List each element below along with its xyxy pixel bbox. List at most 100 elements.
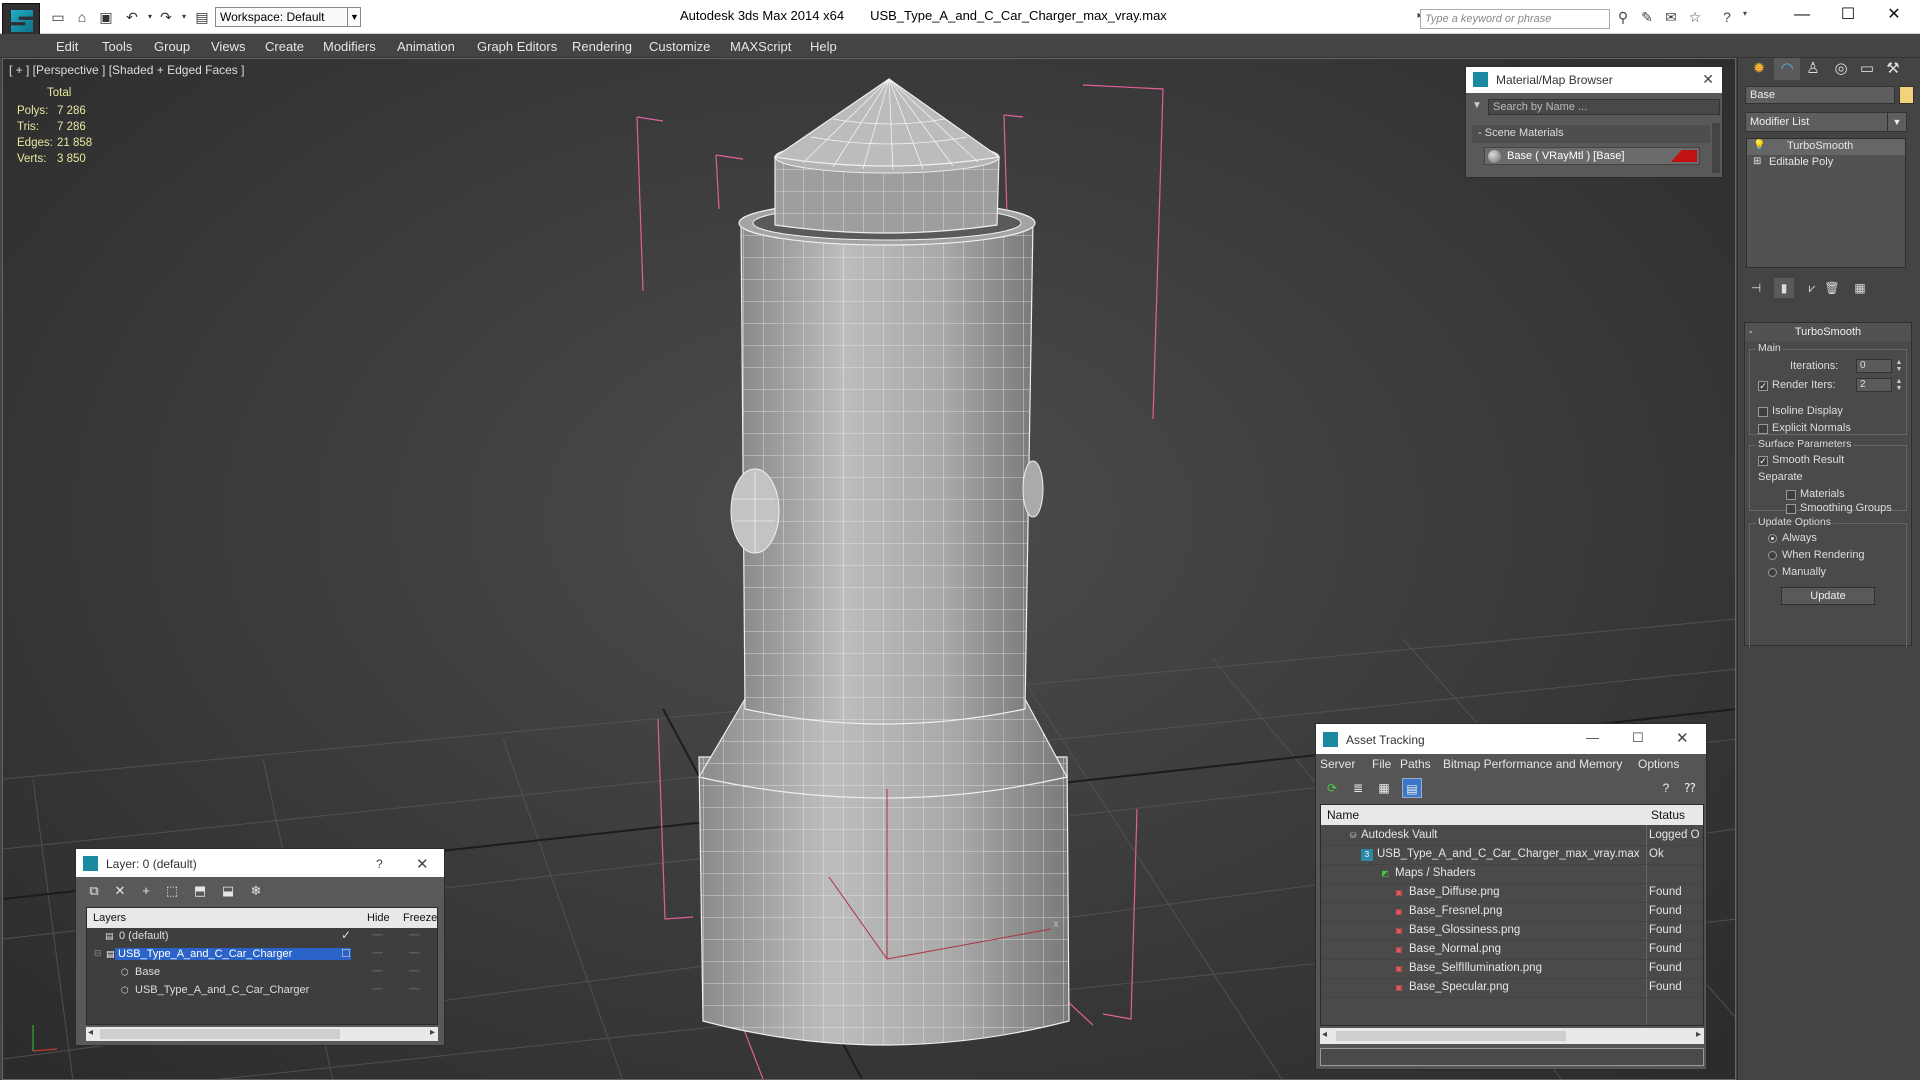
scrollbar-thumb[interactable] bbox=[1336, 1031, 1566, 1041]
asset-row[interactable]: ▣ Base_Normal.png Found bbox=[1321, 941, 1703, 960]
menu-group[interactable]: Group bbox=[154, 39, 190, 54]
display-tab-icon[interactable]: ▭ bbox=[1854, 58, 1880, 80]
asset-row[interactable]: ▣ Base_Specular.png Found bbox=[1321, 979, 1703, 998]
column-hide[interactable]: Hide bbox=[367, 912, 390, 924]
asset-row[interactable]: ▣ Base_Diffuse.png Found bbox=[1321, 884, 1703, 903]
menu-edit[interactable]: Edit bbox=[56, 39, 78, 54]
material-browser-titlebar[interactable]: Material/Map Browser ✕ bbox=[1466, 67, 1722, 93]
layer-row[interactable]: ⬡ USB_Type_A_and_C_Car_Charger ┄┄ ┄┄ bbox=[87, 982, 437, 1000]
freeze-toggle[interactable]: ┄┄ bbox=[409, 984, 420, 995]
utilities-tab-icon[interactable]: ⚒ bbox=[1880, 58, 1906, 80]
chevron-down-icon[interactable]: ▼ bbox=[347, 7, 361, 27]
current-layer-check-icon[interactable]: ✓ bbox=[341, 928, 351, 942]
menu-modifiers[interactable]: Modifiers bbox=[323, 39, 376, 54]
freeze-toggle[interactable]: ┄┄ bbox=[409, 966, 420, 977]
scroll-right-icon[interactable]: ▸ bbox=[1696, 1029, 1701, 1040]
layer-horizontal-scrollbar[interactable]: ◂ ▸ bbox=[86, 1027, 438, 1041]
subscription-icon[interactable]: ✎ bbox=[1638, 9, 1656, 27]
explicit-normals-checkbox[interactable] bbox=[1758, 424, 1768, 434]
redo-icon[interactable]: ↷ bbox=[158, 9, 174, 25]
layer-row[interactable]: ⊟ ▤ USB_Type_A_and_C_Car_Charger ☐ ┄┄ ┄┄ bbox=[87, 946, 437, 964]
menu-maxscript[interactable]: MAXScript bbox=[730, 39, 791, 54]
favorites-star-icon[interactable]: ☆ bbox=[1686, 9, 1704, 27]
make-unique-icon[interactable]: ⩗ bbox=[1802, 278, 1822, 298]
scroll-left-icon[interactable]: ◂ bbox=[88, 1027, 93, 1038]
asset-row[interactable]: ▣ Base_Fresnel.png Found bbox=[1321, 903, 1703, 922]
modify-tab-icon[interactable]: ◠ bbox=[1774, 58, 1800, 80]
column-status[interactable]: Status bbox=[1651, 808, 1685, 822]
menu-views[interactable]: Views bbox=[211, 39, 245, 54]
menu-bitmap-performance[interactable]: Bitmap Performance and Memory bbox=[1443, 757, 1622, 771]
list-view-icon[interactable]: ≣ bbox=[1348, 778, 1368, 798]
hide-toggle[interactable]: ┄┄ bbox=[372, 984, 383, 995]
maximize-icon[interactable]: ☐ bbox=[1828, 4, 1868, 26]
column-layers[interactable]: Layers bbox=[93, 912, 126, 924]
expand-plus-icon[interactable]: ⊞ bbox=[1753, 156, 1761, 167]
turbosmooth-rollout-header[interactable]: - TurboSmooth bbox=[1745, 323, 1911, 341]
menu-options[interactable]: Options bbox=[1638, 757, 1679, 771]
scroll-right-icon[interactable]: ▸ bbox=[430, 1027, 435, 1038]
freeze-all-icon[interactable]: ❄ bbox=[246, 881, 266, 901]
iterations-spinner[interactable]: 0 bbox=[1856, 359, 1892, 373]
column-name[interactable]: Name bbox=[1327, 808, 1359, 822]
chevron-down-icon[interactable]: ▼ bbox=[1887, 113, 1906, 131]
isoline-display-checkbox[interactable] bbox=[1758, 407, 1768, 417]
spinner-arrows-icon[interactable]: ▲ ▼ bbox=[1894, 359, 1904, 373]
asset-tracking-titlebar[interactable]: Asset Tracking — ☐ ✕ bbox=[1316, 724, 1706, 754]
select-objects-icon[interactable]: ⬚ bbox=[162, 881, 182, 901]
close-icon[interactable]: ✕ bbox=[416, 855, 429, 873]
table-view-icon[interactable]: ▤ bbox=[1402, 778, 1422, 798]
menu-paths[interactable]: Paths bbox=[1400, 757, 1431, 771]
context-help-icon[interactable]: ⁇ bbox=[1680, 778, 1700, 798]
menu-rendering[interactable]: Rendering bbox=[572, 39, 632, 54]
minimize-icon[interactable]: — bbox=[1586, 730, 1599, 745]
close-icon[interactable]: ✕ bbox=[1702, 71, 1714, 88]
hierarchy-tab-icon[interactable]: ♙ bbox=[1800, 58, 1826, 80]
layer-row[interactable]: ⬡ Base ┄┄ ┄┄ bbox=[87, 964, 437, 982]
help-icon[interactable]: ? bbox=[1718, 9, 1736, 27]
thumbnail-view-icon[interactable]: ▦ bbox=[1374, 778, 1394, 798]
hide-toggle[interactable]: ┄┄ bbox=[372, 966, 383, 977]
hide-toggle[interactable]: ┄┄ bbox=[372, 930, 383, 941]
highlight-layer-icon[interactable]: ⬒ bbox=[190, 881, 210, 901]
separate-materials-checkbox[interactable] bbox=[1786, 490, 1796, 500]
material-item-base[interactable]: Base ( VRayMtl ) [Base] bbox=[1484, 147, 1700, 165]
asset-row[interactable]: 3 USB_Type_A_and_C_Car_Charger_max_vray.… bbox=[1321, 846, 1703, 865]
stack-item-editable-poly[interactable]: ⊞ Editable Poly bbox=[1747, 155, 1905, 171]
create-tab-icon[interactable]: ✹ bbox=[1746, 58, 1772, 80]
undo-icon[interactable]: ↶ bbox=[124, 9, 140, 25]
spinner-arrows-icon[interactable]: ▲ ▼ bbox=[1894, 378, 1904, 392]
column-freeze[interactable]: Freeze bbox=[403, 912, 437, 924]
close-icon[interactable]: ✕ bbox=[1874, 4, 1914, 26]
render-iters-checkbox[interactable]: ✓ bbox=[1758, 381, 1768, 391]
render-iters-spinner[interactable]: 2 bbox=[1856, 378, 1892, 392]
delete-layer-icon[interactable]: ✕ bbox=[110, 881, 130, 901]
lightbulb-icon[interactable]: 💡 bbox=[1753, 140, 1765, 151]
update-manually-radio[interactable] bbox=[1768, 568, 1777, 577]
menu-server[interactable]: Server bbox=[1320, 757, 1355, 771]
menu-tools[interactable]: Tools bbox=[102, 39, 132, 54]
asset-row[interactable]: ▣ Base_Glossiness.png Found bbox=[1321, 922, 1703, 941]
project-folder-icon[interactable]: ▤ bbox=[194, 9, 210, 25]
menu-create[interactable]: Create bbox=[265, 39, 304, 54]
scroll-left-icon[interactable]: ◂ bbox=[1322, 1029, 1327, 1040]
stack-item-turbosmooth[interactable]: 💡 TurboSmooth bbox=[1747, 139, 1905, 155]
pin-stack-icon[interactable]: ⊣ bbox=[1746, 278, 1766, 298]
current-layer-box-icon[interactable]: ☐ bbox=[341, 947, 351, 960]
open-file-icon[interactable]: ⌂ bbox=[74, 9, 90, 25]
save-icon[interactable]: ▣ bbox=[98, 9, 114, 25]
create-layer-icon[interactable]: ⧉ bbox=[84, 881, 104, 901]
freeze-toggle[interactable]: ┄┄ bbox=[409, 930, 420, 941]
motion-tab-icon[interactable]: ◎ bbox=[1828, 58, 1854, 80]
hide-toggle[interactable]: ┄┄ bbox=[372, 948, 383, 959]
material-scrollbar[interactable] bbox=[1712, 123, 1720, 173]
close-icon[interactable]: ✕ bbox=[1676, 729, 1689, 747]
asset-horizontal-scrollbar[interactable]: ◂ ▸ bbox=[1320, 1028, 1704, 1044]
freeze-toggle[interactable]: ┄┄ bbox=[409, 948, 420, 959]
menu-help[interactable]: Help bbox=[810, 39, 837, 54]
remove-modifier-icon[interactable]: 🗑 bbox=[1822, 278, 1842, 298]
object-color-swatch[interactable] bbox=[1899, 86, 1914, 104]
update-when-rendering-radio[interactable] bbox=[1768, 551, 1777, 560]
asset-row[interactable]: ▣ Base_SelfIllumination.png Found bbox=[1321, 960, 1703, 979]
layer-row[interactable]: ▤ 0 (default) ✓ ┄┄ ┄┄ bbox=[87, 928, 437, 946]
